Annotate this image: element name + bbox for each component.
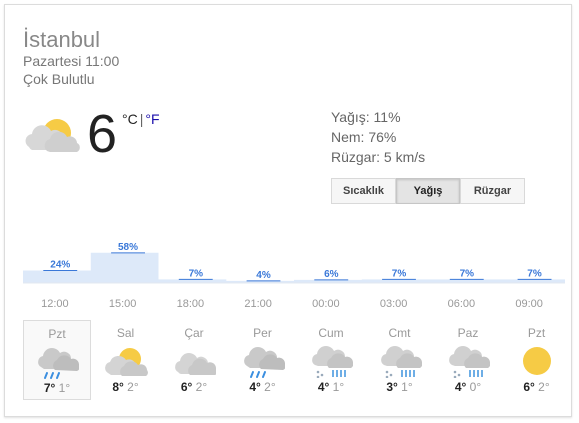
precipitation-chart: 24% 58% 7% 4% 6% 7% 7% 7% [23,242,565,284]
precipitation-text: Yağış: 11% [331,109,401,125]
high-temp: 4° [454,380,467,394]
precipitation-label: 7% [527,268,542,279]
unit-toggle: °C | °F [122,111,160,127]
high-temp: 4° [249,380,261,394]
current-temperature: 6 [87,104,118,164]
day-temps: 7° 1° [24,381,90,395]
low-temp: 1° [397,380,413,394]
day-temps: 6° 2° [160,380,228,394]
high-temp: 7° [43,381,56,395]
low-temp: 1° [55,381,71,395]
city-name: İstanbul [23,27,101,52]
low-temp: 2° [534,380,550,394]
day-temps: 6° 2° [503,380,571,394]
unit-celsius[interactable]: °C [122,111,138,127]
precipitation-area [23,252,565,283]
high-temp: 3° [386,380,398,394]
day-temps: 4° 1° [297,380,365,394]
weather-details: Yağış: 11% Nem: 76% Rüzgar: 5 km/s [331,107,425,167]
precipitation-label: 7% [392,268,407,279]
day-name: Per [253,326,272,340]
time-label: 21:00 [244,298,272,310]
time-label: 03:00 [379,298,408,310]
high-temp: 6° [180,380,193,394]
time-label: 15:00 [108,298,137,310]
time-label: 09:00 [515,298,543,310]
precipitation-label: 7% [189,268,204,279]
weather-card: İstanbul Pazartesi 11:00 Çok Bulutlu 6 °… [4,4,572,417]
precipitation-label: 58% [118,242,138,253]
sleet-cloud-icon [449,346,490,378]
tab-wind[interactable]: Rüzgar [460,178,525,204]
day-temps: 4° 0° [434,380,502,394]
low-temp: 1° [329,380,345,394]
daily-forecast: Pzt 7° 1° Sal 8° 2° Çar 6° 2° Per 4° 2° Cum 4° 1°… [23,320,565,400]
forecast-day-6[interactable]: Paz 4° 0° [434,320,502,400]
rain-cloud-icon [243,347,285,378]
time-label: 12:00 [41,298,69,310]
day-name: Pzt [48,327,66,341]
day-name: Paz [457,326,479,340]
high-temp: 4° [317,380,330,394]
tab-temperature[interactable]: Sıcaklık [331,178,396,204]
forecast-day-5[interactable]: Cmt 3° 1° [366,320,434,400]
precipitation-label: 24% [50,260,70,271]
cloud-icon [175,353,216,375]
sleet-cloud-icon [312,346,353,378]
forecast-day-7[interactable]: Pzt 6° 2° [503,320,571,400]
day-temps: 4° 2° [229,380,297,394]
day-name: Pzt [527,326,546,340]
humidity-text: Nem: 76% [331,129,397,145]
day-temps: 3° 1° [366,380,434,394]
chart-tabs: Sıcaklık Yağış Rüzgar [331,178,525,204]
high-temp: 8° [112,380,124,394]
sleet-cloud-icon [380,346,422,378]
unit-fahrenheit[interactable]: °F [145,111,159,127]
day-name: Cmt [388,326,411,340]
day-temps: 8° 2° [92,380,160,394]
low-temp: 2° [260,380,276,394]
forecast-day-0[interactable]: Pzt 7° 1° [23,320,91,400]
tab-precipitation[interactable]: Yağış [396,178,460,204]
day-name: Cum [318,326,344,340]
weather-condition: Çok Bulutlu [23,71,95,87]
partly-cloudy-icon [104,348,148,376]
forecast-day-4[interactable]: Cum 4° 1° [297,320,365,400]
time-label: 06:00 [447,298,476,310]
wind-text: Rüzgar: 5 km/s [331,149,426,165]
date-time: Pazartesi 11:00 [23,53,120,69]
precipitation-label: 7% [460,268,475,279]
low-temp: 0° [466,380,482,394]
forecast-day-2[interactable]: Çar 6° 2° [160,320,228,400]
forecast-day-1[interactable]: Sal 8° 2° [92,320,160,400]
day-name: Sal [116,326,135,340]
time-label: 18:00 [176,298,205,310]
rain-cloud-icon [38,348,79,379]
sun-icon [522,347,551,375]
time-axis: 12:00 15:00 18:00 21:00 00:00 03:00 06:00 09:00 [23,298,565,312]
partly-cloudy-icon [25,119,80,152]
low-temp: 2° [123,380,139,394]
low-temp: 2° [192,380,208,394]
precipitation-label: 4% [256,270,271,281]
precipitation-label: 6% [324,269,339,280]
day-name: Çar [184,326,204,340]
time-label: 00:00 [312,298,340,310]
high-temp: 6° [523,380,535,394]
forecast-day-3[interactable]: Per 4° 2° [229,320,297,400]
